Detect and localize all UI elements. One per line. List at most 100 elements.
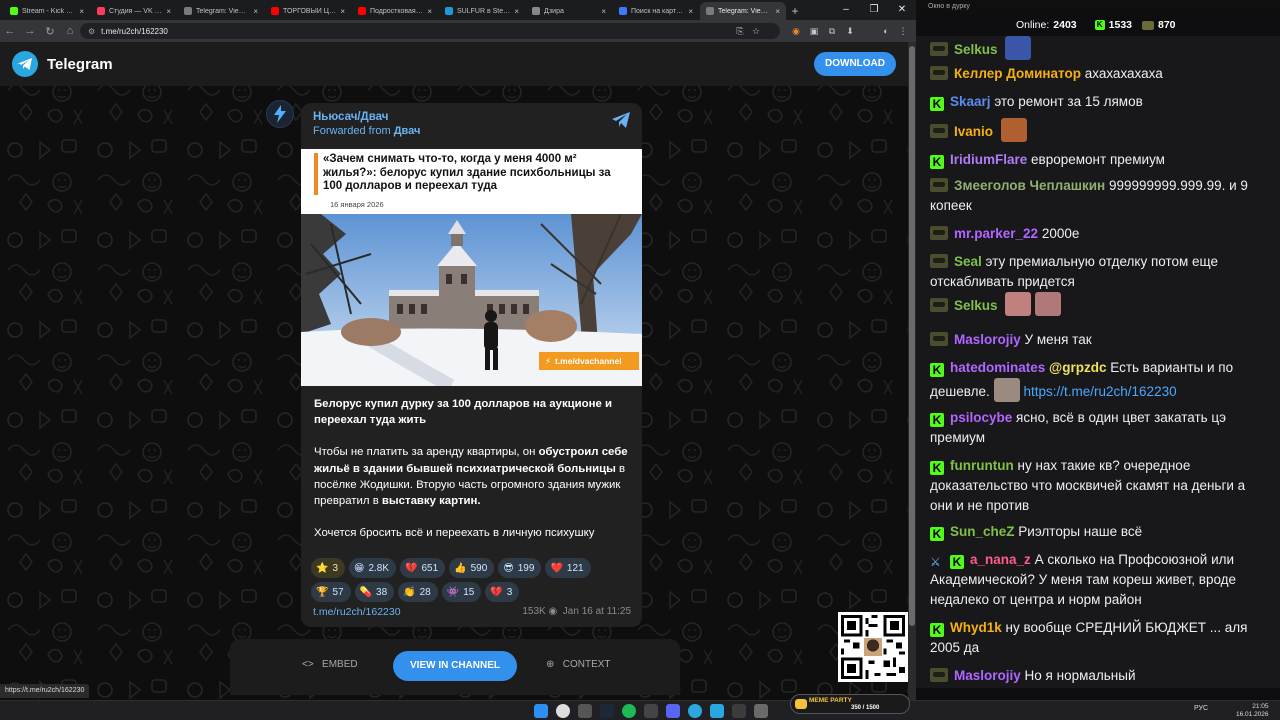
- extension-icon[interactable]: ◉: [788, 23, 804, 39]
- chat-link[interactable]: https://t.me/ru2ch/162230: [1024, 384, 1177, 399]
- extension-icon[interactable]: ▣: [806, 23, 822, 39]
- reload-icon[interactable]: ↻: [40, 25, 60, 38]
- tab-map-search[interactable]: Поиск на карте Ц ×: [613, 2, 699, 20]
- page-scrollbar[interactable]: [908, 42, 916, 700]
- chat-username[interactable]: Skaarj: [950, 94, 991, 109]
- reaction-chip[interactable]: ⭐ 3: [311, 558, 346, 578]
- glasses-icon: [1142, 20, 1154, 30]
- address-bar[interactable]: ⚙ t.me/ru2ch/162230: [80, 23, 780, 39]
- bookmark-star-icon[interactable]: ☆: [748, 23, 764, 39]
- tab-close-icon[interactable]: ×: [253, 7, 258, 16]
- explorer-icon[interactable]: [732, 704, 746, 718]
- chat-mention[interactable]: @grpzdc: [1049, 360, 1106, 375]
- tab-vk-video[interactable]: Студия — VK Видео×: [91, 2, 177, 20]
- app-icon[interactable]: [754, 704, 768, 718]
- channel-avatar[interactable]: [266, 100, 294, 128]
- chat-username[interactable]: Змееголов Чеплашкин: [954, 178, 1105, 193]
- view-in-channel-button[interactable]: VIEW IN CHANNEL: [393, 651, 517, 681]
- app-icon[interactable]: [578, 704, 592, 718]
- tab-youtube-2[interactable]: Подростковая "ко ×: [352, 2, 438, 20]
- chat-username[interactable]: Selkus: [954, 298, 998, 313]
- obs-icon[interactable]: [644, 704, 658, 718]
- forward-icon[interactable]: →: [20, 25, 40, 37]
- reaction-chip[interactable]: 💔 651: [400, 558, 446, 578]
- back-icon[interactable]: ←: [0, 25, 20, 37]
- start-windows-icon[interactable]: [534, 704, 548, 718]
- embed-button[interactable]: <> EMBED: [302, 659, 358, 670]
- chat-username[interactable]: IridiumFlare: [950, 152, 1027, 167]
- chat-username[interactable]: a_nana_z: [970, 552, 1031, 567]
- telegram-app-icon[interactable]: [688, 704, 702, 718]
- chat-username[interactable]: mr.parker_22: [954, 226, 1038, 241]
- tab-close-icon[interactable]: ×: [166, 7, 171, 16]
- chat-username[interactable]: Келлер Доминатор: [954, 66, 1081, 81]
- tab-telegram-active[interactable]: Telegram: View @ ×: [700, 2, 786, 20]
- reaction-chip[interactable]: ❤️ 121: [545, 558, 591, 578]
- globe-favicon-icon: [706, 7, 714, 15]
- share-icon[interactable]: [610, 109, 632, 131]
- chat-username[interactable]: Maslorojiy: [954, 332, 1021, 347]
- emote-icon: [1000, 118, 1027, 142]
- post-channel-name[interactable]: Ньюсач/Двач: [313, 111, 630, 123]
- tab-close-icon[interactable]: ×: [427, 7, 432, 16]
- profile-icon[interactable]: ◐: [878, 23, 894, 39]
- steam-icon[interactable]: [600, 704, 614, 718]
- chat-username[interactable]: funruntun: [950, 458, 1014, 473]
- close-window-icon[interactable]: ✕: [888, 0, 916, 20]
- reaction-chip[interactable]: 👍 590: [449, 558, 495, 578]
- spotify-icon[interactable]: [622, 704, 636, 718]
- downloads-icon[interactable]: ⬇: [842, 23, 858, 39]
- reaction-chip[interactable]: 😁 2.8K: [349, 558, 397, 578]
- tab-steam[interactable]: SULFUR в Steam ×: [439, 2, 525, 20]
- chat-username[interactable]: Whyd1k: [950, 620, 1002, 635]
- telegram-logo-icon[interactable]: [12, 51, 38, 77]
- reaction-chip[interactable]: 😎 199: [498, 558, 542, 578]
- extensions-puzzle-icon[interactable]: ⧉: [824, 23, 840, 39]
- tab-close-icon[interactable]: ×: [514, 7, 519, 16]
- chat-username[interactable]: Ivanio: [954, 124, 993, 139]
- post-photo[interactable]: ⚡ t.me/dvachannel: [301, 214, 642, 386]
- chat-username[interactable]: Seal: [954, 254, 982, 269]
- menu-kebab-icon[interactable]: ⋮: [895, 23, 911, 39]
- tab-dzira[interactable]: Дзира ×: [526, 2, 612, 20]
- post-permalink[interactable]: t.me/ru2ch/162230: [313, 606, 401, 618]
- forwarded-from: Forwarded from Двач: [313, 125, 421, 137]
- chat-message: Kpsilocybe ясно, всё в один цвет закатат…: [930, 408, 1270, 448]
- discord-icon[interactable]: [666, 704, 680, 718]
- tab-close-icon[interactable]: ×: [688, 7, 693, 16]
- chat-username[interactable]: Selkus: [954, 42, 998, 57]
- tab-close-icon[interactable]: ×: [775, 7, 780, 16]
- translate-icon[interactable]: ⎘: [732, 23, 748, 39]
- chat-username[interactable]: Sun_cheZ: [950, 524, 1015, 539]
- reaction-chip[interactable]: 💔 3: [485, 582, 520, 602]
- new-tab-button[interactable]: +: [787, 2, 803, 20]
- site-info-icon[interactable]: ⚙: [88, 27, 95, 36]
- chat-message: Змееголов Чеплашкин 999999999.999.99. и …: [930, 176, 1270, 216]
- chat-username[interactable]: psilocybe: [950, 410, 1012, 425]
- app-icon[interactable]: [710, 704, 724, 718]
- maximize-icon[interactable]: ❐: [860, 0, 888, 20]
- home-icon[interactable]: ⌂: [60, 25, 80, 37]
- clock[interactable]: 21:05 16.01.2026: [1236, 703, 1269, 719]
- chrome-icon[interactable]: [556, 704, 570, 718]
- reaction-chip[interactable]: 💊 38: [354, 582, 395, 602]
- minimize-icon[interactable]: –: [832, 0, 860, 20]
- tab-close-icon[interactable]: ×: [601, 7, 606, 16]
- reaction-chip[interactable]: 🏆 57: [311, 582, 351, 602]
- tab-close-icon[interactable]: ×: [79, 7, 84, 16]
- tab-telegram-1[interactable]: Telegram: View @ru2ch×: [178, 2, 264, 20]
- telegram-brand[interactable]: Telegram: [47, 56, 113, 73]
- tab-kick-dashboard[interactable]: Stream - Kick Dashb×: [4, 2, 90, 20]
- download-button[interactable]: DOWNLOAD: [814, 52, 896, 76]
- article-screenshot: «Зачем снимать что-то, когда у меня 4000…: [301, 149, 642, 214]
- reaction-chip[interactable]: 👾 15: [441, 582, 482, 602]
- context-button[interactable]: ⊕ CONTEXT: [546, 659, 611, 670]
- chat-username[interactable]: Maslorojiy: [954, 668, 1021, 683]
- language-indicator[interactable]: РУС: [1194, 705, 1208, 712]
- reaction-chip[interactable]: 👏 28: [398, 582, 438, 602]
- chat-username[interactable]: hatedominates: [950, 360, 1045, 375]
- forwarded-source[interactable]: Двач: [394, 125, 421, 137]
- tab-youtube-1[interactable]: ТОРГОВЫЙ ЦЕНТР×: [265, 2, 351, 20]
- scrollbar-thumb[interactable]: [909, 46, 915, 626]
- tab-close-icon[interactable]: ×: [340, 7, 345, 16]
